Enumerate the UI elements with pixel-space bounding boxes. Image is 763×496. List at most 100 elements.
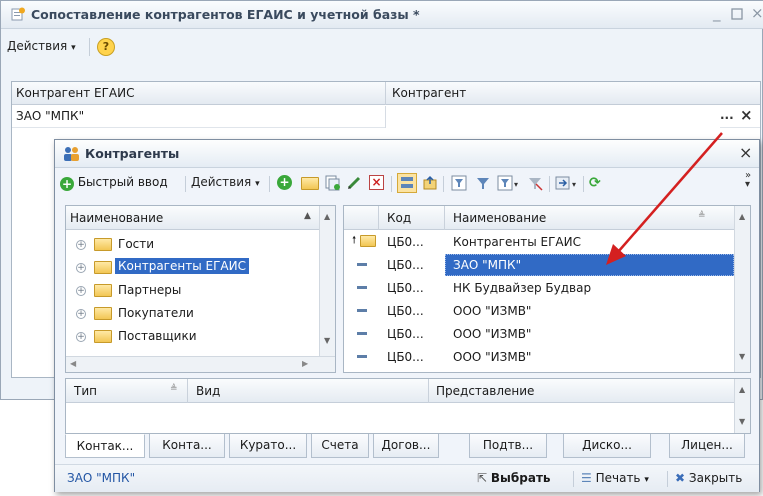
- sort-up-icon[interactable]: ▲: [304, 211, 311, 221]
- hierarchy-toggle-icon[interactable]: [397, 173, 417, 193]
- tab-contact-persons[interactable]: Конта...: [149, 434, 225, 458]
- close-icon[interactable]: ×: [739, 143, 752, 162]
- name-cell: НК Будвайзер Будвар: [453, 281, 592, 295]
- scroll-right-icon[interactable]: ▶: [302, 359, 308, 368]
- code-cell: ЦБ0...: [387, 281, 424, 295]
- scroll-down-icon[interactable]: ▼: [739, 352, 745, 361]
- quick-input-button[interactable]: + Быстрый ввод: [60, 175, 168, 191]
- list-header: Код Наименование ≜: [344, 206, 734, 230]
- tree-hscrollbar[interactable]: ◀ ▶: [66, 356, 335, 372]
- tree-scrollbar[interactable]: ▲ ▼: [319, 206, 335, 356]
- select-cursor-icon: ⇱: [477, 471, 488, 485]
- column-header-name[interactable]: Наименование: [453, 211, 546, 225]
- tab-accounts[interactable]: Счета: [311, 434, 369, 458]
- select-button[interactable]: ⇱ Выбрать: [477, 471, 551, 485]
- tab-licenses[interactable]: Лицен...: [669, 434, 745, 458]
- add-icon[interactable]: +: [277, 175, 292, 190]
- table-row[interactable]: ЦБ0... ООО "ИЗМВ": [344, 346, 734, 368]
- tree-item-selected[interactable]: + Контрагенты ЕГАИС: [66, 257, 319, 279]
- scroll-up-icon[interactable]: ▲: [739, 212, 745, 221]
- chevron-down-icon: ▾: [255, 179, 260, 189]
- svg-text:▾: ▾: [572, 180, 576, 189]
- column-header-egais[interactable]: Контрагент ЕГАИС: [16, 86, 134, 100]
- expand-icon[interactable]: +: [76, 309, 86, 319]
- help-button[interactable]: ?: [97, 38, 115, 56]
- table-row[interactable]: ЦБ0... НК Будвайзер Будвар: [344, 277, 734, 299]
- item-icon: [357, 286, 367, 289]
- scroll-up-icon[interactable]: ▲: [739, 385, 745, 394]
- refresh-icon[interactable]: ⟳: [589, 175, 601, 191]
- column-header-counterparty[interactable]: Контрагент: [392, 86, 466, 100]
- sort-icon[interactable]: ≜: [170, 384, 178, 394]
- tab-contracts[interactable]: Догов...: [373, 434, 439, 458]
- counterparties-dialog: Контрагенты × + Быстрый ввод Действия ▾ …: [54, 139, 760, 492]
- actions-menu-button[interactable]: Действия ▾: [191, 175, 260, 189]
- delete-icon[interactable]: ×: [369, 175, 384, 190]
- inner-window-title: Контрагенты: [85, 146, 180, 161]
- counterparty-field[interactable]: [386, 106, 720, 128]
- code-cell: ЦБ0...: [387, 258, 424, 272]
- sort-icon[interactable]: ≜: [698, 211, 706, 221]
- table-row[interactable]: ЗАО "МПК" ... ×: [12, 106, 760, 128]
- go-to-icon[interactable]: ▾: [555, 175, 581, 194]
- name-cell: ООО "ИЗМВ": [453, 350, 532, 364]
- actions-menu-button[interactable]: Действия ▾: [7, 39, 76, 53]
- table-row[interactable]: 🠕 ЦБ0... Контрагенты ЕГАИС: [344, 231, 734, 253]
- mapping-grid-header: Контрагент ЕГАИС Контрагент: [12, 82, 760, 105]
- filter-history-icon[interactable]: ▾: [497, 175, 521, 194]
- folder-icon: [94, 284, 112, 297]
- outer-window-title: Сопоставление контрагентов ЕГАИС и учетн…: [31, 7, 420, 22]
- tab-contacts[interactable]: Контак...: [65, 434, 145, 458]
- column-header-type[interactable]: Тип: [74, 384, 97, 398]
- column-header-representation[interactable]: Представление: [436, 384, 534, 398]
- remove-filter-icon[interactable]: [527, 175, 543, 194]
- expand-icon[interactable]: +: [76, 263, 86, 273]
- table-row[interactable]: ЦБ0... ООО "ИЗМВ": [344, 323, 734, 345]
- svg-text:▾: ▾: [514, 180, 518, 189]
- contacts-scrollbar[interactable]: ▲ ▼: [734, 379, 750, 433]
- item-icon: [357, 332, 367, 335]
- edit-icon[interactable]: [347, 175, 362, 193]
- close-icon[interactable]: ×: [751, 4, 763, 22]
- counterparties-list-panel: Код Наименование ≜ ▲ ▼ 🠕 ЦБ0... Контраге…: [343, 205, 751, 373]
- actions-menu-label: Действия: [7, 39, 68, 53]
- outer-toolbar: Действия ▾ ?: [1, 29, 763, 63]
- tree-header-label[interactable]: Наименование: [70, 211, 163, 225]
- tree-item-label: Гости: [118, 237, 155, 251]
- status-divider: [573, 471, 574, 487]
- list-scrollbar[interactable]: ▲ ▼: [734, 206, 750, 372]
- toolbar-divider: [443, 176, 444, 192]
- scroll-up-icon[interactable]: ▲: [324, 212, 330, 221]
- copy-icon[interactable]: [325, 175, 340, 194]
- tab-confirmations[interactable]: Подтв...: [469, 434, 547, 458]
- expand-icon[interactable]: +: [76, 286, 86, 296]
- level-up-icon[interactable]: [422, 175, 438, 194]
- toolbar-divider: [549, 176, 550, 192]
- table-row[interactable]: ЦБ0... ООО "ИЗМВ": [344, 300, 734, 322]
- add-folder-icon[interactable]: [301, 177, 319, 193]
- close-button[interactable]: ✖ Закрыть: [675, 471, 742, 485]
- ellipsis-button[interactable]: ...: [720, 108, 738, 126]
- column-header-kind[interactable]: Вид: [196, 384, 220, 398]
- scroll-down-icon[interactable]: ▼: [324, 336, 330, 345]
- maximize-icon[interactable]: [731, 6, 743, 24]
- close-icon: ✖: [675, 471, 686, 485]
- minimize-icon[interactable]: _: [713, 4, 721, 22]
- clear-icon[interactable]: ×: [740, 106, 753, 124]
- table-row-selected[interactable]: ЦБ0... ЗАО "МПК": [344, 254, 734, 276]
- scroll-down-icon[interactable]: ▼: [739, 417, 745, 426]
- level-up-arrow-icon: 🠕: [352, 235, 357, 246]
- item-icon: [357, 309, 367, 312]
- column-header-code[interactable]: Код: [387, 211, 411, 225]
- scroll-left-icon[interactable]: ◀: [70, 359, 76, 368]
- outer-title-bar: Сопоставление контрагентов ЕГАИС и учетн…: [1, 1, 763, 29]
- tab-curators[interactable]: Курато...: [229, 434, 307, 458]
- tab-discounts[interactable]: Диско...: [563, 434, 651, 458]
- expand-icon[interactable]: +: [76, 332, 86, 342]
- filter-icon[interactable]: [451, 175, 467, 194]
- filter-by-value-icon[interactable]: [475, 175, 491, 194]
- chevron-down-icon: ▾: [71, 43, 76, 53]
- expand-icon[interactable]: +: [76, 240, 86, 250]
- toolbar-overflow-icon[interactable]: » ▾: [745, 171, 751, 190]
- print-button[interactable]: ☰ Печать ▾: [581, 471, 649, 485]
